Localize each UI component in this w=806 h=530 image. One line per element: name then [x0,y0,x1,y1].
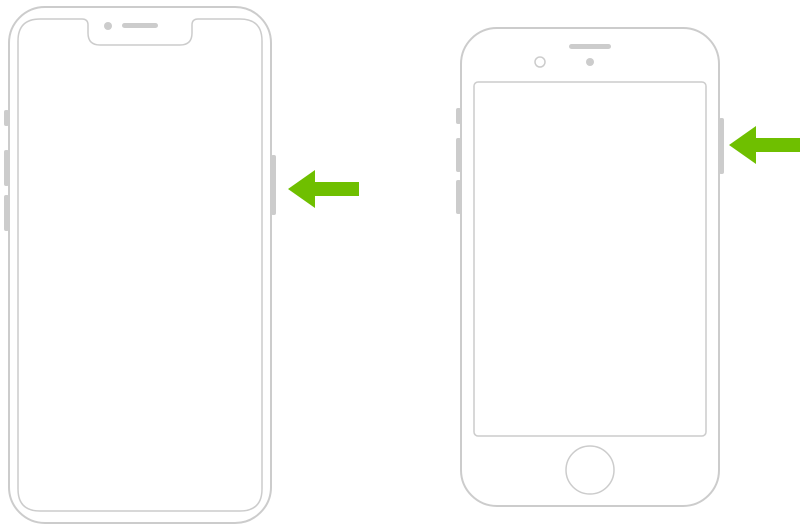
arrow-icon [729,126,800,164]
front-camera [104,22,112,30]
sensor [586,58,594,66]
home-button [566,446,614,494]
arrow-left-phone [277,164,367,214]
phone-notch [4,5,276,525]
arrow-icon [288,170,359,208]
diagram-canvas [0,0,806,530]
phone-screen [18,19,262,511]
earpiece-speaker [122,23,158,28]
phone-screen [474,82,706,436]
arrow-right-phone [720,120,806,170]
earpiece-speaker [569,44,611,49]
phone-home-button [456,26,724,508]
